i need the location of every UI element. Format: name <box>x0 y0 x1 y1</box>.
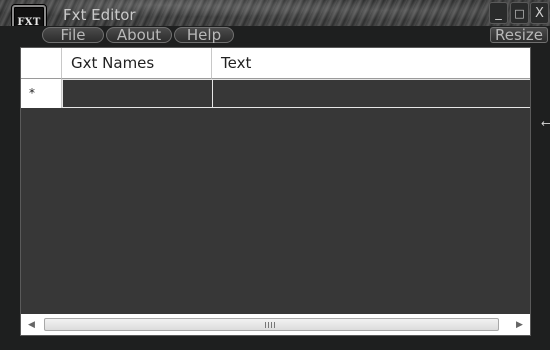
horizontal-scrollbar[interactable]: ◀ ▶ <box>21 314 530 335</box>
maximize-button[interactable]: □ <box>510 2 529 24</box>
scroll-thumb[interactable] <box>44 318 499 331</box>
corner-header[interactable] <box>21 48 62 79</box>
menu-file[interactable]: File <box>42 27 104 43</box>
column-header-text[interactable]: Text <box>212 48 530 79</box>
close-button[interactable]: X <box>530 2 549 24</box>
scroll-left-arrow-icon[interactable]: ◀ <box>21 314 42 335</box>
new-row-header[interactable]: * <box>21 79 62 108</box>
window-title: Fxt Editor <box>63 6 136 24</box>
menu-help[interactable]: Help <box>174 27 234 43</box>
minimize-button[interactable]: _ <box>489 2 508 24</box>
cell-text[interactable] <box>212 79 530 108</box>
column-header-gxt-names[interactable]: Gxt Names <box>62 48 212 79</box>
menu-about[interactable]: About <box>106 27 172 43</box>
resize-arrow-icon[interactable]: ⟷ <box>541 117 550 130</box>
data-grid[interactable]: Gxt Names Text * ◀ ▶ <box>20 47 531 336</box>
resize-button[interactable]: Resize <box>490 27 548 43</box>
cell-gxt-name[interactable] <box>62 79 213 108</box>
grip-icon <box>265 322 275 328</box>
scroll-right-arrow-icon[interactable]: ▶ <box>509 314 530 335</box>
